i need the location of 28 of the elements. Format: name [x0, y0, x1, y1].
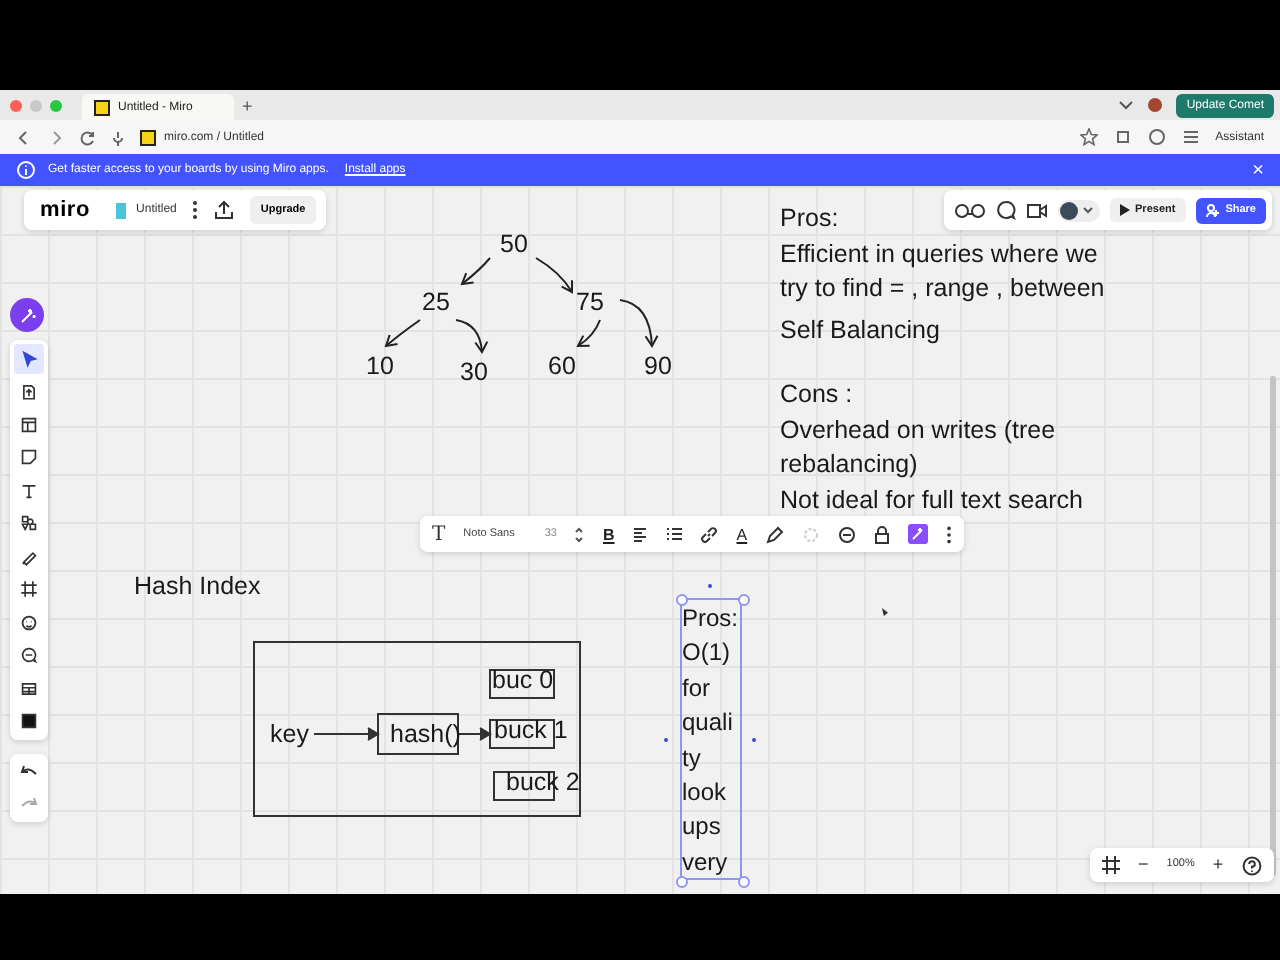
key-label: key	[270, 718, 309, 752]
node-label: 60	[546, 350, 578, 384]
node-label: 30	[458, 356, 490, 390]
note-text: Not ideal for full text search	[780, 483, 1083, 517]
note-text: Self Balancing	[780, 314, 940, 348]
new-tab-button[interactable]: +	[242, 95, 253, 115]
zoom-in-button[interactable]: +	[1212, 856, 1224, 874]
bucket-label: buck 1	[494, 716, 568, 744]
text-style-button[interactable]: T	[432, 523, 446, 545]
bold-button[interactable]: B	[602, 525, 615, 543]
note-text: rebalancing)	[780, 448, 918, 482]
note-text: Pros:	[780, 202, 839, 236]
miro-logo[interactable]: miro	[40, 198, 91, 222]
note-text: Overhead on writes (tree	[780, 413, 1056, 448]
note-text: try to find = , range , between	[780, 272, 1105, 306]
node-label: 75	[574, 286, 606, 320]
node-label: 25	[420, 286, 452, 320]
selected-text-box[interactable]: Pros: O(1) for quali ty look ups very	[680, 598, 742, 880]
bucket-label: buc 0	[492, 666, 554, 694]
node-label: 90	[642, 350, 674, 384]
node-label: 10	[364, 350, 396, 384]
heading-text: Hash Index	[134, 570, 261, 604]
note-text: Efficient in queries where we	[780, 237, 1098, 272]
text-color-button[interactable]: A	[736, 525, 748, 543]
zoom-out-button[interactable]: −	[1138, 856, 1149, 874]
note-text: Cons :	[780, 378, 853, 412]
node-label: 50	[498, 228, 530, 262]
close-button[interactable]: ×	[1252, 159, 1264, 181]
